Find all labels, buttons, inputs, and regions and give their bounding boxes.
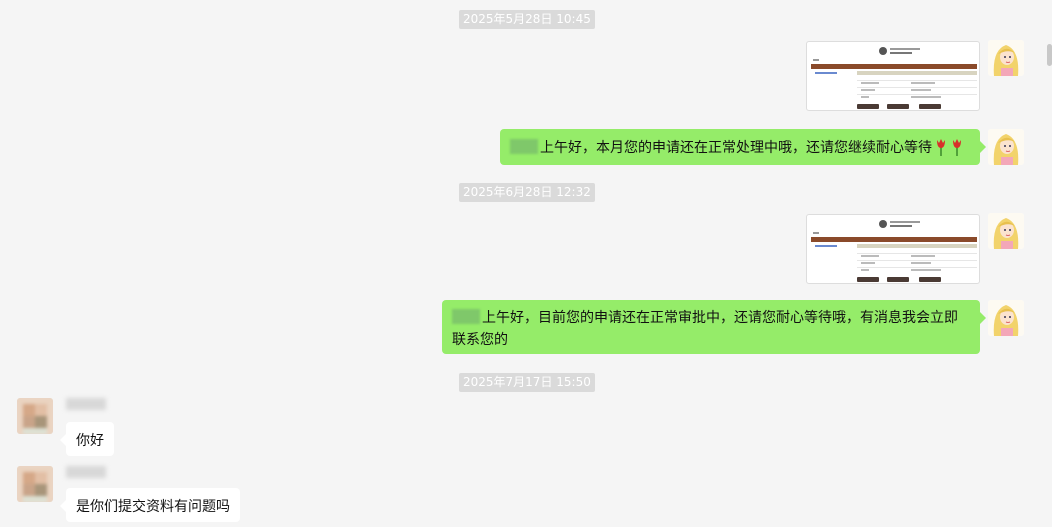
- message-text: 你好: [76, 433, 104, 449]
- thumbnail-detail: [857, 260, 977, 261]
- thumbnail-detail: [857, 277, 879, 282]
- thumbnail-detail: [811, 237, 977, 242]
- thumbnail-detail: [857, 267, 977, 268]
- message-bubble-me[interactable]: 上午好，本月您的申请还在正常处理中哦，还请您继续耐心等待: [500, 129, 986, 165]
- thumbnail-detail: [861, 262, 875, 264]
- thumbnail-detail: [919, 277, 941, 282]
- thumbnail-detail: [911, 255, 935, 257]
- emblem-icon: [879, 47, 887, 55]
- thumbnail-detail: [887, 104, 909, 109]
- thumbnail-detail: [813, 59, 819, 61]
- avatar-other[interactable]: [17, 398, 53, 434]
- thumbnail-detail: [890, 48, 920, 50]
- thumbnail-detail: [811, 64, 977, 69]
- thumbnail-detail: [857, 244, 977, 248]
- avatar-me[interactable]: [988, 213, 1024, 249]
- avatar-image: [988, 300, 1024, 336]
- tulip-icon: [953, 139, 961, 156]
- message-text: 上午好，本月您的申请还在正常处理中哦，还请您继续耐心等待: [540, 140, 932, 156]
- tulip-icon: [937, 139, 945, 156]
- message-bubble-other[interactable]: 是你们提交资料有问题吗: [60, 488, 240, 522]
- message-bubble-other[interactable]: 你好: [60, 422, 114, 456]
- thumbnail-detail: [857, 104, 879, 109]
- avatar-me[interactable]: [988, 40, 1024, 76]
- thumbnail-detail: [890, 52, 912, 54]
- message-bubble-me[interactable]: 上午好，目前您的申请还在正常审批中，还请您耐心等待哦，有消息我会立即联系您的: [442, 300, 986, 354]
- emblem-icon: [879, 220, 887, 228]
- thumbnail-detail: [857, 80, 977, 81]
- redacted-name: [510, 139, 538, 154]
- thumbnail-detail: [887, 277, 909, 282]
- thumbnail-detail: [861, 96, 869, 98]
- scrollbar-thumb[interactable]: [1047, 44, 1052, 66]
- timestamp: 2025年6月28日 12:32: [459, 183, 595, 202]
- thumbnail-detail: [911, 82, 935, 84]
- thumbnail-detail: [857, 253, 977, 254]
- thumbnail-detail: [911, 269, 941, 271]
- thumbnail-detail: [815, 72, 837, 74]
- thumbnail-detail: [911, 96, 941, 98]
- avatar-image: [988, 129, 1024, 165]
- timestamp: 2025年5月28日 10:45: [459, 10, 595, 29]
- thumbnail-detail: [861, 89, 875, 91]
- thumbnail-detail: [861, 255, 879, 257]
- avatar-me[interactable]: [988, 129, 1024, 165]
- thumbnail-detail: [890, 221, 920, 223]
- thumbnail-detail: [857, 94, 977, 95]
- sender-name-redacted: [66, 466, 106, 478]
- image-message[interactable]: [806, 41, 980, 111]
- sender-name-redacted: [66, 398, 106, 410]
- thumbnail-detail: [857, 87, 977, 88]
- redacted-name: [452, 309, 480, 324]
- thumbnail-detail: [919, 104, 941, 109]
- thumbnail-detail: [813, 232, 819, 234]
- message-text: 上午好，目前您的申请还在正常审批中，还请您耐心等待哦，有消息我会立即联系您的: [452, 310, 958, 348]
- thumbnail-detail: [911, 262, 931, 264]
- message-text: 是你们提交资料有问题吗: [76, 499, 230, 515]
- thumbnail-detail: [815, 245, 837, 247]
- avatar-image: [17, 466, 53, 502]
- avatar-image: [988, 40, 1024, 76]
- avatar-other[interactable]: [17, 466, 53, 502]
- thumbnail-detail: [890, 225, 912, 227]
- avatar-me[interactable]: [988, 300, 1024, 336]
- avatar-image: [988, 213, 1024, 249]
- image-message[interactable]: [806, 214, 980, 284]
- thumbnail-detail: [861, 82, 879, 84]
- avatar-image: [17, 398, 53, 434]
- thumbnail-detail: [857, 71, 977, 75]
- thumbnail-detail: [861, 269, 869, 271]
- thumbnail-detail: [911, 89, 931, 91]
- timestamp: 2025年7月17日 15:50: [459, 373, 595, 392]
